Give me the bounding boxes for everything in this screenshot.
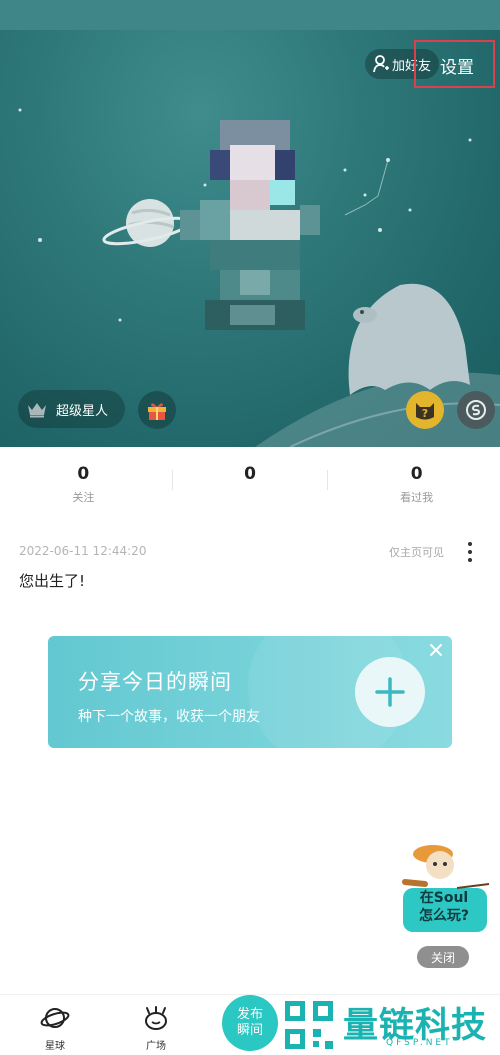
nav-item-planet[interactable]: 星球 — [25, 1003, 85, 1052]
stat-value: 0 — [410, 464, 423, 484]
settings-button[interactable]: 设置 — [440, 53, 474, 78]
mascot-close-button[interactable]: 关闭 — [417, 946, 469, 968]
stat-visitors[interactable]: 0 看过我 — [333, 447, 500, 507]
nav-label: 广场 — [146, 1041, 166, 1052]
plus-icon — [375, 677, 405, 707]
square-icon — [145, 1006, 167, 1030]
stat-following[interactable]: 0 关注 — [0, 447, 167, 507]
post-content: 您出生了! — [19, 572, 86, 590]
profile-hero: 加好友 设置 超级星人 ? — [0, 0, 500, 447]
watermark-subtext: QFSP.NET — [386, 1038, 453, 1048]
level-label: 超级星人 — [56, 403, 109, 419]
planet-icon — [40, 1008, 70, 1028]
post-timestamp: 2022-06-11 12:44:20 — [19, 544, 147, 558]
more-options-icon[interactable] — [462, 540, 478, 564]
publish-label-line: 瞬间 — [236, 1023, 263, 1038]
stat-label: 看过我 — [400, 491, 434, 504]
share-moment-card[interactable]: 分享今日的瞬间 种下一个故事，收获一个朋友 — [48, 636, 452, 748]
add-moment-button[interactable] — [355, 657, 425, 727]
close-icon[interactable] — [428, 642, 444, 658]
stat-value: 0 — [77, 464, 90, 484]
qr-logo-icon — [285, 1001, 333, 1049]
nav-label: 星球 — [45, 1041, 65, 1052]
share-card-title: 分享今日的瞬间 — [78, 670, 232, 694]
guide-mascot-text[interactable]: 在Soul 怎么玩? — [403, 889, 485, 925]
mystery-cat-button[interactable]: ? — [406, 391, 444, 429]
svg-text:?: ? — [422, 407, 428, 420]
cat-question-icon: ? — [416, 403, 434, 420]
stat-followers[interactable]: 0 — [167, 447, 334, 507]
mascot-text-line: 在Soul — [419, 890, 469, 906]
stats-row: 0 关注 0 0 看过我 — [0, 447, 500, 507]
stat-value: 0 — [244, 464, 256, 484]
gift-button[interactable] — [138, 391, 176, 429]
add-person-icon — [373, 55, 389, 73]
mascot-text-line: 怎么玩? — [418, 908, 470, 924]
share-card-subtitle: 种下一个故事，收获一个朋友 — [78, 709, 260, 725]
level-badge[interactable]: 超级星人 — [18, 390, 125, 428]
gift-icon — [148, 403, 166, 420]
crown-icon — [28, 403, 46, 418]
stat-label: 关注 — [72, 491, 95, 504]
soul-icon — [466, 400, 486, 420]
publish-moment-button[interactable]: 发布 瞬间 — [222, 995, 278, 1051]
soul-match-button[interactable] — [457, 391, 495, 429]
stat-divider — [327, 470, 328, 490]
watermark: 量链科技 QFSP.NET — [283, 995, 500, 1055]
publish-label-line: 发布 — [236, 1007, 263, 1022]
post-visibility: 仅主页可见 — [389, 546, 444, 559]
stat-divider — [172, 470, 173, 490]
nav-item-square[interactable]: 广场 — [126, 1003, 186, 1052]
